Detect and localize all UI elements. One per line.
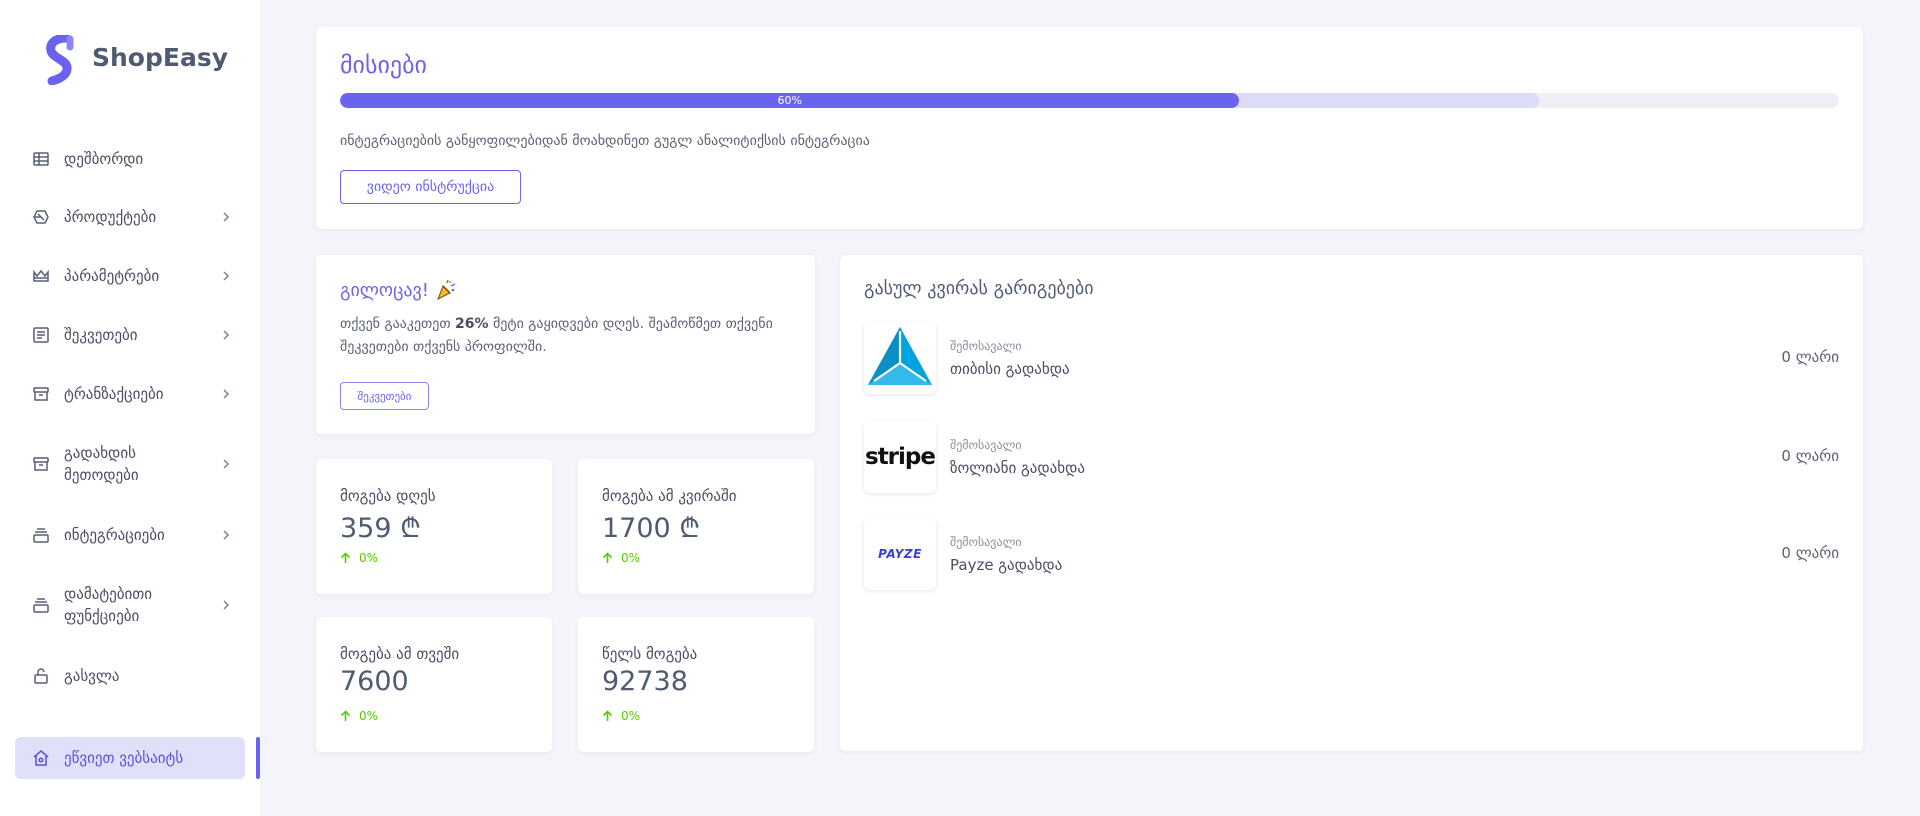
stat-delta: 0%	[602, 551, 640, 565]
sidebar-item-integrations[interactable]: ინტეგრაციები	[32, 524, 232, 546]
weekly-transactions-card: გასულ კვირას გარიგებები შემოსავალი თიბის…	[840, 255, 1863, 751]
stat-label: მოგება ამ კვირაში	[602, 487, 737, 505]
sidebar-item-dashboard[interactable]: დეშბორდი	[32, 148, 232, 170]
congrats-title: გილოცავ!	[340, 279, 457, 301]
transaction-type: შემოსავალი	[950, 339, 1022, 353]
transaction-row: შემოსავალი თიბისი გადახდა 0 ლარი	[864, 322, 1839, 394]
stat-delta: 0%	[340, 709, 378, 723]
congrats-title-text: გილოცავ!	[340, 279, 429, 301]
archive-icon	[33, 457, 49, 471]
shopeasy-logo-icon	[46, 35, 74, 85]
sidebar-item-orders[interactable]: შეკვეთები	[32, 324, 232, 346]
brand-name: ShopEasy	[92, 42, 228, 72]
sidebar-item-logout[interactable]: გასვლა	[32, 665, 232, 687]
transaction-name: თიბისი გადახდა	[950, 360, 1070, 378]
stat-value: 7600	[340, 666, 409, 697]
active-indicator	[256, 737, 260, 779]
stat-value: 1700 ₾	[602, 513, 701, 544]
stat-delta-value: 0%	[621, 551, 641, 565]
stat-card-week: მოგება ამ კვირაში 1700 ₾ 0%	[578, 459, 814, 594]
sidebar-item-label: შეკვეთები	[64, 326, 138, 344]
transaction-type: შემოსავალი	[950, 438, 1022, 452]
stat-label: წელს მოგება	[602, 645, 698, 663]
stack-icon	[33, 528, 49, 543]
missions-progress-bar: 60%	[340, 93, 1839, 108]
transaction-amount: 0 ლარი	[1781, 544, 1839, 562]
sidebar-item-label: გადახდის მეთოდები	[64, 444, 139, 484]
missions-description: ინტეგრაციების განყოფილებიდან მოახდინეთ გ…	[340, 133, 870, 149]
sidebar-item-label: ტრანზაქციები	[64, 385, 164, 403]
stat-card-year: წელს მოგება 92738 0%	[578, 617, 814, 752]
weekly-transactions-title: გასულ კვირას გარიგებები	[864, 278, 1094, 299]
congrats-highlight: 26%	[455, 316, 489, 332]
sidebar-item-products[interactable]: პროდუქტები	[32, 206, 232, 228]
progress-fill: 60%	[340, 93, 1240, 108]
tbc-logo	[864, 322, 936, 394]
chevron-right-icon	[223, 459, 230, 469]
party-popper-icon	[437, 279, 456, 301]
brand[interactable]: ShopEasy	[42, 35, 228, 85]
arrow-up-icon	[602, 710, 613, 721]
stat-label: მოგება დღეს	[340, 487, 436, 505]
sidebar-item-label: ინტეგრაციები	[64, 526, 165, 544]
archive-icon	[33, 387, 49, 401]
congrats-text: თქვენ გააკეთეთ 26% მეტი გაყიდვები დღეს. …	[340, 313, 790, 359]
stat-delta-value: 0%	[621, 709, 641, 723]
missions-card: მისიები 60% ინტეგრაციების განყოფილებიდან…	[316, 27, 1863, 229]
transaction-name: Payze გადახდა	[950, 556, 1063, 574]
arrow-up-icon	[340, 710, 351, 721]
stat-delta-value: 0%	[359, 551, 379, 565]
stat-card-month: მოგება ამ თვეში 7600 0%	[316, 617, 552, 752]
stat-delta: 0%	[340, 551, 378, 565]
stat-delta: 0%	[602, 709, 640, 723]
crown-icon	[33, 269, 49, 282]
video-instruction-button[interactable]: ვიდეო ინსტრუქცია	[340, 170, 521, 204]
sidebar: ShopEasy დეშბორდი პროდუქტები პარამეტრები…	[0, 0, 260, 816]
sidebar-item-label: ეწვიეთ ვებსაიტს	[64, 749, 184, 767]
sidebar-item-payment-methods[interactable]: გადახდის მეთოდები	[32, 442, 232, 486]
transaction-row: PAYZE შემოსავალი Payze გადახდა 0 ლარი	[864, 518, 1839, 590]
sidebar-item-label: პარამეტრები	[64, 267, 160, 285]
transaction-row: stripe შემოსავალი ზოლიანი გადახდა 0 ლარი	[864, 421, 1839, 493]
stat-value: 92738	[602, 666, 688, 697]
sidebar-item-extra-features[interactable]: დამატებითი ფუნქციები	[32, 583, 232, 627]
arrow-up-icon	[602, 552, 613, 563]
chevron-right-icon	[223, 330, 230, 340]
missions-title: მისიები	[340, 51, 427, 79]
congrats-card: გილოცავ! თქვენ გააკეთეთ 26% მეტი გაყიდვე…	[316, 255, 815, 434]
transaction-type: შემოსავალი	[950, 535, 1022, 549]
list-icon	[33, 327, 49, 343]
lock-icon	[34, 668, 48, 684]
chevron-right-icon	[223, 600, 230, 610]
orders-button[interactable]: შეკვეთები	[340, 382, 429, 410]
sidebar-item-label: დეშბორდი	[64, 150, 144, 168]
chevron-right-icon	[223, 212, 230, 222]
stack-icon	[33, 598, 49, 613]
sidebar-item-label: გასვლა	[64, 667, 120, 685]
chevron-right-icon	[223, 530, 230, 540]
arrow-up-icon	[340, 552, 351, 563]
sidebar-item-visit-website[interactable]: ეწვიეთ ვებსაიტს	[15, 737, 245, 779]
sidebar-item-settings[interactable]: პარამეტრები	[32, 265, 232, 287]
box-icon	[33, 210, 49, 224]
transaction-amount: 0 ლარი	[1781, 447, 1839, 465]
sidebar-item-label: პროდუქტები	[64, 208, 157, 226]
transaction-name: ზოლიანი გადახდა	[950, 459, 1085, 477]
congrats-text-before: თქვენ გააკეთეთ	[340, 316, 456, 332]
transaction-amount: 0 ლარი	[1781, 348, 1839, 366]
payze-logo-text: PAYZE	[878, 547, 922, 561]
stat-card-today: მოგება დღეს 359 ₾ 0%	[316, 459, 552, 594]
stat-value: 359 ₾	[340, 513, 421, 544]
payze-logo: PAYZE	[864, 518, 936, 590]
home-icon	[33, 750, 49, 766]
stripe-logo-text: stripe	[865, 444, 936, 470]
stripe-logo: stripe	[864, 421, 936, 493]
stat-delta-value: 0%	[359, 709, 379, 723]
chevron-right-icon	[223, 389, 230, 399]
sidebar-item-transactions[interactable]: ტრანზაქციები	[32, 383, 232, 405]
chevron-right-icon	[223, 271, 230, 281]
grid-icon	[33, 152, 49, 166]
sidebar-item-label: დამატებითი ფუნქციები	[64, 585, 153, 625]
stat-label: მოგება ამ თვეში	[340, 645, 460, 663]
